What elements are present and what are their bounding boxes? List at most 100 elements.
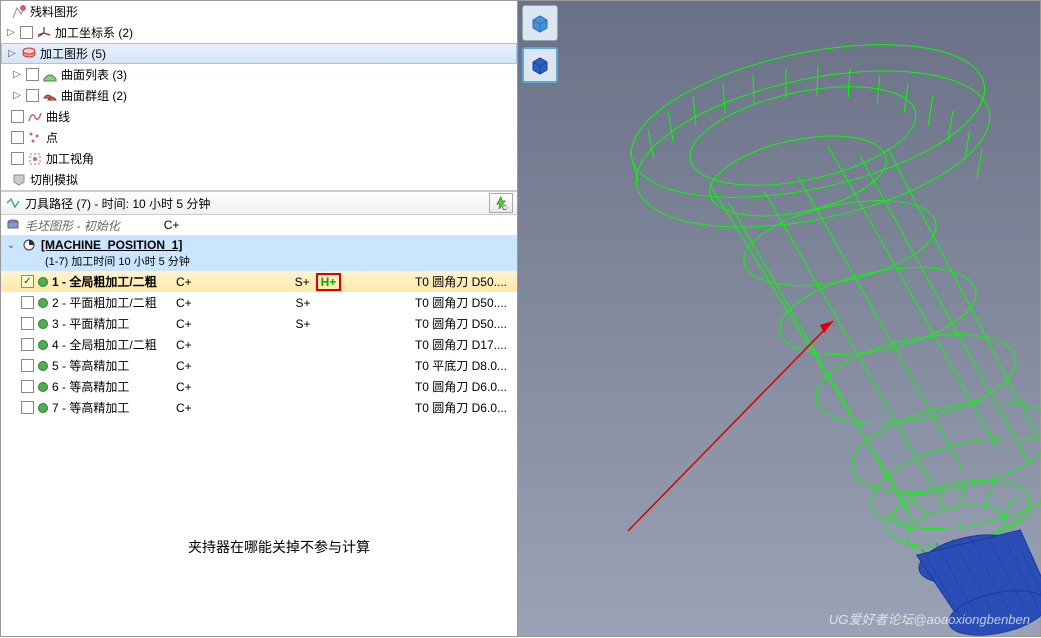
toolpath-label: 刀具路径 (7) - 时间: 10 小时 5 分钟: [25, 195, 210, 212]
op-cplus: C+: [176, 380, 206, 394]
machine-pos-title: ⌄ [MACHINE_POSITION_1]: [5, 237, 513, 253]
machine-icon: [21, 237, 37, 253]
checkbox[interactable]: [20, 26, 33, 39]
tree-item-wcs[interactable]: ▷ 加工坐标系 (2): [1, 22, 517, 43]
expand-icon[interactable]: ▷: [11, 69, 23, 81]
curves-icon: [27, 109, 43, 125]
op-name: 4 - 全局粗加工/二粗: [52, 336, 172, 353]
op-tool: T0 圆角刀 D50....: [415, 273, 517, 290]
points-icon: [27, 130, 43, 146]
tree-item-curves[interactable]: 曲线: [1, 106, 517, 127]
operation-row[interactable]: 6 - 等高精加工 C+ T0 圆角刀 D6.0...: [1, 376, 517, 397]
checkbox[interactable]: [11, 110, 24, 123]
op-tool: T0 圆角刀 D50....: [415, 294, 517, 311]
op-cplus: C+: [176, 338, 206, 352]
op-splus: S+: [280, 275, 310, 289]
checkbox[interactable]: [11, 131, 24, 144]
op-cplus: C+: [176, 359, 206, 373]
status-dot-icon: [38, 403, 48, 413]
checkbox[interactable]: [11, 152, 24, 165]
status-dot-icon: [38, 319, 48, 329]
op-name: 3 - 平面精加工: [52, 315, 172, 332]
expand-icon[interactable]: ▷: [5, 27, 17, 39]
status-dot-icon: [38, 382, 48, 392]
op-name: 2 - 平面粗加工/二粗: [52, 294, 172, 311]
tree-item-residual[interactable]: 残料图形: [1, 1, 517, 22]
tree-item-points[interactable]: 点: [1, 127, 517, 148]
checkbox[interactable]: [26, 89, 39, 102]
tree-label: 残料图形: [30, 3, 78, 20]
surface-group-icon: [42, 88, 58, 104]
tree-label: 点: [46, 129, 58, 146]
expand-icon[interactable]: ▷: [11, 90, 23, 102]
status-dot-icon: [38, 340, 48, 350]
op-tool: T0 圆角刀 D17....: [415, 336, 517, 353]
operation-row[interactable]: 1 - 全局粗加工/二粗 C+ S+ H+ T0 圆角刀 D50....: [1, 271, 517, 292]
op-hplus: H+: [321, 275, 337, 289]
stock-cplus: C+: [164, 218, 180, 232]
wcs-icon: [36, 25, 52, 41]
status-dot-icon: [38, 361, 48, 371]
view-icon: [27, 151, 43, 167]
op-checkbox[interactable]: [21, 296, 34, 309]
surface-list-icon: [42, 67, 58, 83]
stock-row[interactable]: 毛坯图形 - 初始化 C+: [1, 215, 517, 235]
annotation-text: 夹持器在哪能关掉不参与计算: [188, 537, 370, 557]
tree-label: 曲线: [46, 108, 70, 125]
op-cplus: C+: [176, 401, 206, 415]
op-checkbox[interactable]: [21, 380, 34, 393]
toolpath-header: 刀具路径 (7) - 时间: 10 小时 5 分钟 C+: [1, 191, 517, 215]
op-splus: S+: [280, 317, 310, 331]
op-tool: T0 圆角刀 D6.0...: [415, 399, 517, 416]
machine-pos-subtitle: (1-7) 加工时间 10 小时 5 分钟: [5, 253, 513, 269]
3d-model-wireframe: [518, 1, 1041, 638]
tree-label: 曲面列表 (3): [61, 66, 127, 83]
tree-item-machining-geom[interactable]: ▷ 加工图形 (5): [1, 43, 517, 64]
operation-row[interactable]: 7 - 等高精加工 C+ T0 圆角刀 D6.0...: [1, 397, 517, 418]
status-dot-icon: [38, 277, 48, 287]
watermark: UG爱好者论坛@aoaoxiongbenben: [829, 609, 1030, 628]
op-tool: T0 圆角刀 D50....: [415, 315, 517, 332]
operation-row[interactable]: 3 - 平面精加工 C+ S+ T0 圆角刀 D50....: [1, 313, 517, 334]
operation-row[interactable]: 5 - 等高精加工 C+ T0 平底刀 D8.0...: [1, 355, 517, 376]
op-name: 1 - 全局粗加工/二粗: [52, 273, 172, 290]
svg-text:C+: C+: [502, 205, 508, 210]
3d-viewport[interactable]: 夹持器在哪能关掉不参与计算 UG爱好者论坛@aoaoxiongbenben: [518, 1, 1040, 636]
op-cplus: C+: [176, 275, 206, 289]
expand-icon[interactable]: ▷: [6, 48, 18, 60]
geometry-tree: 残料图形 ▷ 加工坐标系 (2) ▷ 加工图形 (5) ▷ 曲面列表 (3): [1, 1, 517, 191]
tree-item-cutting-sim[interactable]: 切削模拟: [1, 169, 517, 190]
op-checkbox[interactable]: [21, 317, 34, 330]
calculate-button[interactable]: C+: [489, 193, 513, 213]
op-checkbox[interactable]: [21, 359, 34, 372]
tree-item-surface-list[interactable]: ▷ 曲面列表 (3): [1, 64, 517, 85]
residual-icon: [11, 4, 27, 20]
tree-label: 曲面群组 (2): [61, 87, 127, 104]
tree-label: 加工坐标系 (2): [55, 24, 133, 41]
op-checkbox[interactable]: [21, 275, 34, 288]
tree-label: 切削模拟: [30, 171, 78, 188]
op-name: 5 - 等高精加工: [52, 357, 172, 374]
hplus-highlight: H+: [316, 273, 342, 291]
toolpath-icon: [5, 195, 21, 211]
collapse-icon[interactable]: ⌄: [5, 239, 17, 251]
geom-icon: [21, 46, 37, 62]
tree-item-surface-group[interactable]: ▷ 曲面群组 (2): [1, 85, 517, 106]
op-cplus: C+: [176, 296, 206, 310]
machine-pos-name: [MACHINE_POSITION_1]: [41, 238, 182, 252]
stock-icon: [5, 217, 21, 233]
tree-item-machining-view[interactable]: 加工视角: [1, 148, 517, 169]
op-tool: T0 圆角刀 D6.0...: [415, 378, 517, 395]
operation-row[interactable]: 4 - 全局粗加工/二粗 C+ T0 圆角刀 D17....: [1, 334, 517, 355]
machine-position[interactable]: ⌄ [MACHINE_POSITION_1] (1-7) 加工时间 10 小时 …: [1, 235, 517, 271]
op-cplus: C+: [176, 317, 206, 331]
op-checkbox[interactable]: [21, 338, 34, 351]
op-name: 7 - 等高精加工: [52, 399, 172, 416]
op-checkbox[interactable]: [21, 401, 34, 414]
operation-row[interactable]: 2 - 平面粗加工/二粗 C+ S+ T0 圆角刀 D50....: [1, 292, 517, 313]
tree-label: 加工图形 (5): [40, 45, 106, 62]
status-dot-icon: [38, 298, 48, 308]
op-name: 6 - 等高精加工: [52, 378, 172, 395]
operation-list: 1 - 全局粗加工/二粗 C+ S+ H+ T0 圆角刀 D50.... 2 -…: [1, 271, 517, 636]
checkbox[interactable]: [26, 68, 39, 81]
